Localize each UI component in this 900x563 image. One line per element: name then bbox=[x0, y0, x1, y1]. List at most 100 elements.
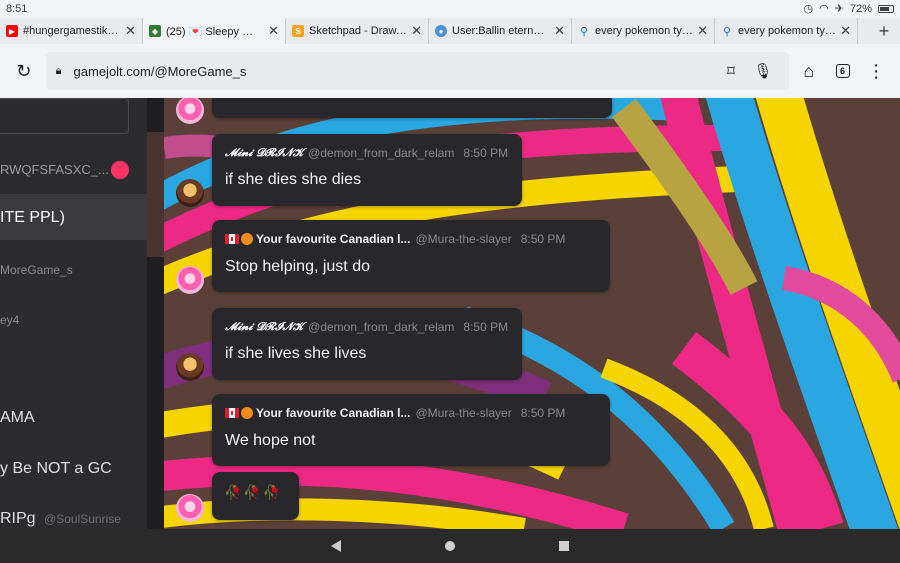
more-vertical-icon: ⋮ bbox=[867, 60, 886, 81]
tab-title: Sketchpad - Draw, Create bbox=[309, 25, 407, 37]
message-text: if she dies she dies bbox=[225, 171, 362, 188]
tab-sleepy[interactable]: ◆ (25) 💌 Sleepy 💌 (@MoreGame_s) ✕ bbox=[143, 18, 286, 44]
system-nav-bar bbox=[0, 529, 900, 563]
message-bubble[interactable]: Your favourite Canadian l... @Mura-the-s… bbox=[212, 394, 610, 466]
avatar[interactable] bbox=[176, 179, 204, 207]
message-handle[interactable]: @Mura-the-slayer bbox=[415, 406, 511, 420]
url-text: gamejolt.com/@MoreGame_s bbox=[73, 63, 247, 79]
message-time: 8:50 PM bbox=[520, 232, 566, 246]
message-bubble[interactable]: 🥀🥀🥀 bbox=[212, 472, 299, 520]
tab-pokemon-2[interactable]: ⚲ every pokemon type tier list ✕ bbox=[715, 18, 858, 44]
close-tab-icon[interactable]: ✕ bbox=[840, 23, 851, 39]
bookmark-icon[interactable]: ⌑ bbox=[715, 62, 747, 80]
message-text: We hope not bbox=[225, 432, 316, 449]
airplane-mode-icon: ✈ bbox=[834, 2, 844, 15]
message-author[interactable]: Your favourite Canadian l... bbox=[256, 406, 410, 420]
tab-title: every pokemon type tier list bbox=[738, 25, 837, 37]
tab-title: (25) 💌 Sleepy 💌 (@MoreGame_s) bbox=[166, 25, 264, 38]
message-bubble-partial bbox=[212, 98, 612, 118]
message-handle[interactable]: @Mura-the-slayer bbox=[415, 232, 511, 246]
message-time: 8:50 PM bbox=[463, 320, 509, 334]
youtube-favicon-icon: ▶ bbox=[6, 25, 18, 37]
home-nav-button[interactable] bbox=[393, 541, 507, 551]
microphone-icon[interactable]: 🎙︎ bbox=[747, 62, 779, 80]
tab-switcher-button[interactable]: 6 bbox=[829, 57, 857, 85]
message-time: 8:50 PM bbox=[520, 406, 566, 420]
tab-user-ballin[interactable]: ● User:Ballin eternatus ✕ bbox=[429, 18, 572, 44]
home-circle-icon bbox=[445, 541, 455, 551]
tab-title: #hungergamestiktok bbox=[23, 25, 122, 37]
sidebar-item-active[interactable]: ITE PPL) bbox=[0, 209, 147, 227]
close-tab-icon[interactable]: ✕ bbox=[268, 23, 279, 39]
chat-sidebar: RWQFSFASXC_... ITE PPL) MoreGame_s ey4 A… bbox=[0, 98, 147, 529]
message-text: 🥀🥀🥀 bbox=[224, 484, 283, 500]
back-icon bbox=[331, 540, 341, 552]
gamejolt-favicon-icon: ◆ bbox=[149, 25, 161, 37]
alarm-icon: ◷ bbox=[803, 2, 814, 15]
message-meta: Your favourite Canadian l... @Mura-the-s… bbox=[225, 232, 565, 246]
message-author[interactable]: 𝓜𝓲𝓷𝓲 𝓓𝓡𝓘𝓝𝓚 bbox=[225, 146, 303, 160]
address-bar[interactable]: 🔒︎ gamejolt.com/@MoreGame_s ⌑ 🎙︎ bbox=[45, 52, 789, 90]
tab-title: every pokemon type tier list bbox=[595, 25, 694, 37]
sidebar-item-gc[interactable]: y Be NOT a GC bbox=[0, 460, 147, 478]
tab-hungergames[interactable]: ▶ #hungergamestiktok ✕ bbox=[0, 18, 143, 44]
browser-toolbar: ↻ 🔒︎ gamejolt.com/@MoreGame_s ⌑ 🎙︎ ⌂ 6 ⋮ bbox=[0, 44, 900, 98]
sidebar-item-label: RIPg bbox=[0, 510, 36, 527]
search-favicon-icon: ⚲ bbox=[579, 25, 589, 38]
close-tab-icon[interactable]: ✕ bbox=[411, 23, 422, 39]
message-bubble[interactable]: 𝓜𝓲𝓷𝓲 𝓓𝓡𝓘𝓝𝓚 @demon_from_dark_relam 8:50 P… bbox=[212, 134, 522, 206]
search-favicon-icon: ⚲ bbox=[722, 25, 732, 38]
recents-button[interactable] bbox=[507, 541, 621, 551]
message-time: 8:50 PM bbox=[463, 146, 509, 160]
battery-percent: 72% bbox=[849, 3, 872, 15]
close-tab-icon[interactable]: ✕ bbox=[125, 23, 136, 39]
sidebar-divider bbox=[147, 98, 164, 529]
tab-pokemon-1[interactable]: ⚲ every pokemon type tier list ✕ bbox=[572, 18, 715, 44]
status-time: 8:51 bbox=[6, 3, 28, 15]
tab-count: 6 bbox=[835, 64, 850, 78]
reload-button[interactable]: ↻ bbox=[10, 57, 38, 85]
message-text: Stop helping, just do bbox=[225, 258, 370, 275]
wiki-favicon-icon: ● bbox=[435, 25, 447, 37]
message-handle[interactable]: @demon_from_dark_relam bbox=[308, 146, 454, 160]
new-tab-button[interactable]: + bbox=[868, 21, 900, 42]
sidebar-item-ripg[interactable]: RIPg @SoulSunrise bbox=[0, 510, 147, 528]
canada-flag-icon bbox=[225, 408, 239, 418]
tab-title: User:Ballin eternatus bbox=[452, 25, 551, 37]
close-tab-icon[interactable]: ✕ bbox=[554, 23, 565, 39]
avatar[interactable] bbox=[176, 266, 204, 294]
message-meta: 𝓜𝓲𝓷𝓲 𝓓𝓡𝓘𝓝𝓚 @demon_from_dark_relam 8:50 P… bbox=[225, 320, 508, 334]
sidebar-item-moregame[interactable]: MoreGame_s bbox=[0, 263, 147, 277]
back-button[interactable] bbox=[279, 540, 393, 552]
message-text: if she lives she lives bbox=[225, 345, 367, 362]
unread-badge bbox=[111, 161, 129, 179]
sidebar-item-handle: @SoulSunrise bbox=[44, 512, 121, 526]
home-button[interactable]: ⌂ bbox=[795, 57, 823, 85]
pumpkin-icon bbox=[241, 233, 253, 245]
sidebar-search-box[interactable] bbox=[0, 98, 129, 134]
battery-icon bbox=[878, 5, 894, 13]
message-handle[interactable]: @demon_from_dark_relam bbox=[308, 320, 454, 334]
message-meta: 𝓜𝓲𝓷𝓲 𝓓𝓡𝓘𝓝𝓚 @demon_from_dark_relam 8:50 P… bbox=[225, 146, 508, 160]
home-icon: ⌂ bbox=[803, 60, 815, 81]
message-bubble[interactable]: Your favourite Canadian l... @Mura-the-s… bbox=[212, 220, 610, 292]
close-tab-icon[interactable]: ✕ bbox=[697, 23, 708, 39]
pumpkin-icon bbox=[241, 407, 253, 419]
sidebar-item-ama[interactable]: AMA bbox=[0, 409, 147, 427]
message-bubble[interactable]: 𝓜𝓲𝓷𝓲 𝓓𝓡𝓘𝓝𝓚 @demon_from_dark_relam 8:50 P… bbox=[212, 308, 522, 380]
message-author[interactable]: 𝓜𝓲𝓷𝓲 𝓓𝓡𝓘𝓝𝓚 bbox=[225, 320, 303, 334]
status-bar: 8:51 ◷ ◠ ✈ 72% bbox=[0, 0, 900, 18]
message-author[interactable]: Your favourite Canadian l... bbox=[256, 232, 410, 246]
status-icons: ◷ ◠ ✈ 72% bbox=[804, 3, 894, 15]
tab-sketchpad[interactable]: S Sketchpad - Draw, Create ✕ bbox=[286, 18, 429, 44]
reload-icon: ↻ bbox=[16, 60, 32, 81]
chat-window: 𝓜𝓲𝓷𝓲 𝓓𝓡𝓘𝓝𝓚 @demon_from_dark_relam 8:50 P… bbox=[164, 98, 900, 529]
tab-strip: ▶ #hungergamestiktok ✕ ◆ (25) 💌 Sleepy 💌… bbox=[0, 18, 900, 44]
avatar[interactable] bbox=[176, 353, 204, 381]
avatar[interactable] bbox=[176, 494, 204, 522]
sidebar-item-ey4[interactable]: ey4 bbox=[0, 313, 147, 327]
recents-square-icon bbox=[559, 541, 569, 551]
menu-button[interactable]: ⋮ bbox=[862, 57, 890, 85]
wifi-icon: ◠ bbox=[819, 2, 829, 15]
sketchpad-favicon-icon: S bbox=[292, 25, 304, 37]
